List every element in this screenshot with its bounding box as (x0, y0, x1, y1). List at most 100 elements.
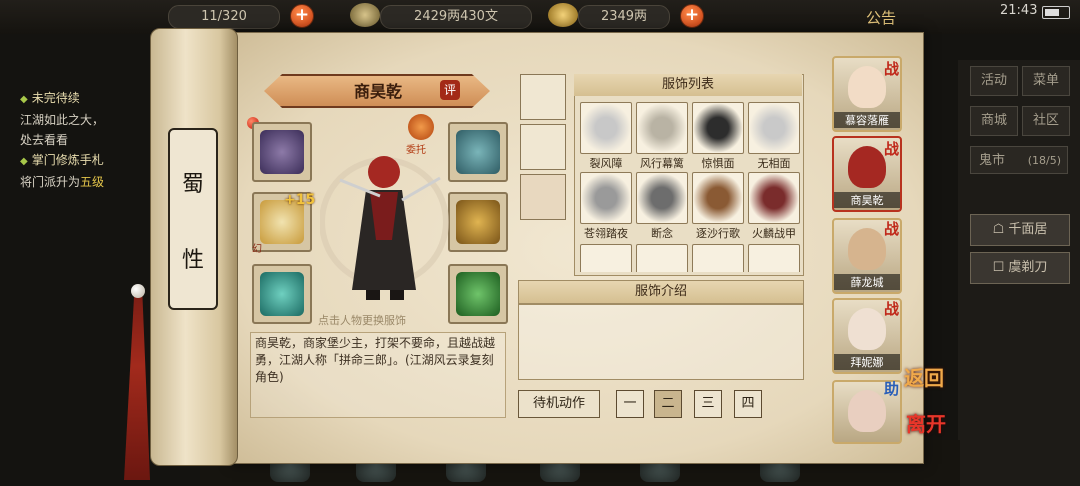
outfit-item[interactable]: 火麟战甲 (748, 172, 800, 241)
outfit-list-title: 服饰列表 (574, 74, 802, 96)
outfit-item[interactable] (692, 244, 744, 272)
outfit-icon (636, 102, 688, 154)
quest-desc: 将门派升为 (20, 175, 81, 189)
enhance-level: +15 (284, 192, 316, 208)
outfit-icon (748, 172, 800, 224)
back-button[interactable]: 返回 (904, 362, 944, 391)
diamond-icon: ◆ (20, 156, 28, 167)
market-button[interactable]: 鬼市 (18/5) (970, 146, 1068, 174)
category-face[interactable] (520, 174, 566, 220)
outfit-name: 无相面 (757, 157, 791, 170)
outfit-name: 苍翎踏夜 (584, 227, 628, 240)
idle-action-4[interactable]: 四 (734, 390, 762, 418)
outfit-name: 惊惧面 (701, 157, 735, 170)
activity-button[interactable]: 活动 (970, 66, 1018, 96)
outfit-item[interactable]: 裂风障 (580, 102, 632, 171)
equip-slot-hat[interactable] (448, 122, 508, 182)
quest-title: 掌门修炼手札 (31, 153, 104, 167)
scroll-roller-label: 蜀 性 (168, 128, 218, 310)
idle-action-label: 待机动作 (518, 390, 600, 418)
qianmianju-button[interactable]: ☖ 千面居 (970, 214, 1070, 246)
battery-icon (1042, 6, 1070, 19)
combat-tag: 战 (884, 140, 900, 158)
roster-name: 拜妮娜 (834, 354, 900, 370)
market-label: 鬼市 (979, 153, 1006, 168)
outfit-item[interactable]: 断念 (636, 172, 688, 241)
outfit-item[interactable] (636, 244, 688, 272)
silver-counter: 2429两430文 (380, 5, 532, 29)
community-button[interactable]: 社区 (1022, 106, 1070, 136)
outfit-item[interactable]: 苍翎踏夜 (580, 172, 632, 241)
outfit-icon (748, 102, 800, 154)
character-name: 商昊乾 (353, 82, 402, 101)
add-gold-button[interactable]: + (680, 4, 704, 28)
market-count: (18/5) (1027, 154, 1061, 167)
outfit-name: 裂风障 (589, 157, 623, 170)
shop-button[interactable]: 商城 (970, 106, 1018, 136)
outfit-icon (580, 172, 632, 224)
outfit-intro-body (518, 304, 804, 380)
tassel-bead (131, 284, 145, 298)
outfit-icon (692, 244, 744, 272)
clock: 21:43 (1000, 3, 1038, 18)
equip-slot-armor[interactable] (448, 192, 508, 252)
scroll-tassel (124, 290, 150, 480)
announcement-button[interactable]: 公告 (866, 7, 896, 28)
outfit-item[interactable] (748, 244, 800, 272)
outfit-icon (692, 172, 744, 224)
rate-button[interactable]: 评 (440, 80, 460, 100)
equip-slot-gloves[interactable] (252, 122, 312, 182)
roster-name: 薛龙城 (834, 274, 900, 290)
character-description: 商昊乾，商家堡少主，打架不要命，且越战越勇，江湖人称「拼命三郎」。(江湖风云录复… (250, 332, 506, 418)
diamond-icon: ◆ (20, 94, 28, 105)
outfit-intro-title: 服饰介绍 (518, 280, 804, 304)
quest-title: 未完待续 (31, 91, 80, 105)
stamina-counter: 11/320 (168, 5, 280, 29)
equip-slot-ring[interactable] (252, 264, 312, 324)
menu-button[interactable]: 菜单 (1022, 66, 1070, 96)
combat-tag: 战 (884, 300, 900, 318)
gold-ingot-icon (548, 3, 578, 27)
outfit-name: 逐沙行歌 (696, 227, 740, 240)
outfit-icon (636, 244, 688, 272)
qianmianju-label: 千面居 (1008, 222, 1048, 237)
outfit-item[interactable]: 惊惧面 (692, 102, 744, 171)
quest-desc: 江湖如此之大， (20, 113, 105, 127)
roster-name: 商昊乾 (834, 192, 900, 208)
category-headwear[interactable] (520, 74, 566, 120)
equip-slot-accessory[interactable] (448, 264, 508, 324)
outfit-name: 风行幕篱 (640, 157, 684, 170)
idle-action-1[interactable]: 一 (616, 390, 644, 418)
idle-action-3[interactable]: 三 (694, 390, 722, 418)
outfit-item[interactable]: 无相面 (748, 102, 800, 171)
gold-counter: 2349两 (578, 5, 670, 29)
roster-name: 慕容落雁 (834, 112, 900, 128)
quest-highlight: 五级 (80, 175, 105, 189)
assist-tag: 助 (884, 380, 900, 398)
quest-desc: 处去看看 (20, 133, 69, 147)
add-stamina-button[interactable]: + (290, 4, 314, 28)
leave-button[interactable]: 离开 (906, 408, 946, 437)
combat-tag: 战 (884, 60, 900, 78)
outfit-icon (580, 244, 632, 272)
outfit-item[interactable]: 逐沙行歌 (692, 172, 744, 241)
outfit-name: 断念 (651, 227, 673, 240)
roller-char: 蜀 (181, 172, 204, 197)
change-outfit-hint: 点击人物更换服饰 (318, 314, 406, 327)
entrust-icon[interactable] (408, 114, 434, 140)
outfit-item[interactable]: 风行幕篱 (636, 102, 688, 171)
outfit-name: 火麟战甲 (752, 227, 796, 240)
silver-coin-icon (350, 3, 380, 27)
quest-tracker[interactable]: ◆ 未完待续 江湖如此之大， 处去看看 ◆ 掌门修炼手札 将门派升为五级 (20, 88, 160, 192)
outfit-icon (692, 102, 744, 154)
combat-tag: 战 (884, 220, 900, 238)
outfit-item[interactable] (580, 244, 632, 272)
idle-action-2[interactable]: 二 (654, 390, 682, 418)
roller-char: 性 (181, 248, 204, 273)
illusion-badge: 幻 (252, 244, 262, 255)
outfit-icon (636, 172, 688, 224)
outfit-icon (748, 244, 800, 272)
category-mask[interactable] (520, 124, 566, 170)
character-figure[interactable] (320, 140, 450, 305)
razor-button[interactable]: ☐ 虞剃刀 (970, 252, 1070, 284)
